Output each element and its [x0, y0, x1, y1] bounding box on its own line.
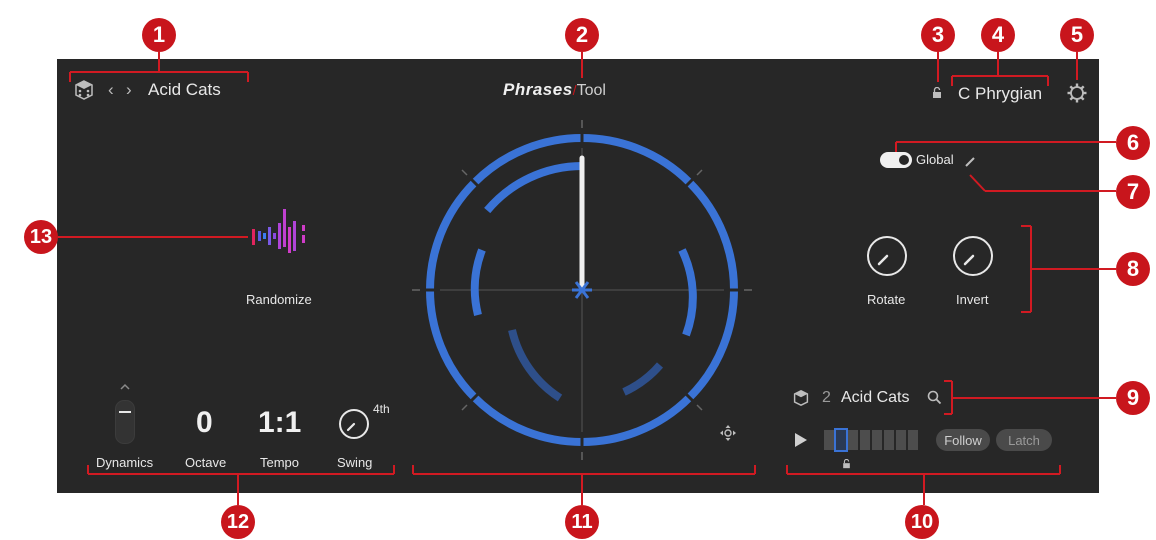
phrase-slot[interactable] — [896, 430, 906, 450]
rotate-label: Rotate — [867, 292, 906, 307]
phrase-slot[interactable] — [884, 430, 894, 450]
chevron-right-icon[interactable]: › — [126, 80, 132, 100]
callout-6: 6 — [1116, 126, 1150, 160]
tempo-label: Tempo — [260, 455, 300, 470]
dynamics-slider[interactable] — [115, 400, 135, 444]
callout-9: 9 — [1116, 381, 1150, 415]
search-icon[interactable] — [927, 390, 942, 405]
pencil-icon[interactable] — [964, 155, 976, 167]
callout-7: 7 — [1116, 175, 1150, 209]
chevron-left-icon[interactable]: ‹ — [108, 80, 114, 100]
phrase-number: 2 — [822, 389, 831, 406]
phrase-slot[interactable] — [848, 430, 858, 450]
scale-selector[interactable]: C Phrygian — [958, 84, 1042, 104]
inner-arc-right — [678, 248, 697, 337]
randomize-icon[interactable] — [250, 207, 310, 263]
inner-arc-bottom-right — [622, 362, 664, 396]
lock-icon[interactable] — [932, 86, 942, 98]
phrase-circle[interactable] — [402, 118, 762, 463]
swing-label: Swing — [337, 455, 373, 470]
inner-arc-top — [484, 162, 583, 214]
dynamics-handle — [119, 411, 131, 413]
callout-4: 4 — [981, 18, 1015, 52]
toggle-knob — [899, 155, 909, 165]
slot-lock-icon[interactable] — [842, 456, 851, 469]
scale-root: C — [958, 84, 971, 103]
callout-12: 12 — [221, 505, 255, 539]
chevron-up-icon[interactable] — [119, 378, 131, 390]
callout-8: 8 — [1116, 252, 1150, 286]
move-icon[interactable] — [720, 425, 736, 441]
tempo-value[interactable]: 1:1 — [258, 406, 301, 440]
inner-arc-bottom-left — [508, 329, 563, 402]
logo-main: Phrases — [503, 80, 573, 99]
phrase-slot[interactable] — [824, 430, 834, 450]
phrase-slot[interactable] — [834, 428, 848, 452]
callout-2: 2 — [565, 18, 599, 52]
swing-value: 4th — [373, 402, 390, 416]
invert-knob[interactable] — [951, 234, 995, 278]
randomize-label: Randomize — [246, 292, 312, 307]
octave-label: Octave — [185, 455, 227, 470]
callout-13: 13 — [24, 220, 58, 254]
callout-10: 10 — [905, 505, 939, 539]
swing-knob[interactable] — [338, 408, 370, 440]
callout-11: 11 — [565, 505, 599, 539]
dice-icon[interactable] — [74, 80, 94, 100]
scale-mode: Phrygian — [975, 84, 1043, 103]
global-label: Global — [916, 152, 954, 167]
phrase-slot[interactable] — [872, 430, 882, 450]
phrase-slot[interactable] — [908, 430, 918, 450]
octave-value[interactable]: 0 — [196, 406, 213, 440]
latch-button[interactable]: Latch — [996, 429, 1052, 451]
app-logo: Phrases/Tool — [503, 80, 606, 100]
callout-3: 3 — [921, 18, 955, 52]
phrase-dice-icon[interactable] — [793, 389, 809, 407]
phrase-name[interactable]: Acid Cats — [841, 389, 909, 407]
rotate-knob[interactable] — [865, 234, 909, 278]
phrase-slot[interactable] — [860, 430, 870, 450]
global-toggle[interactable] — [880, 152, 912, 168]
invert-label: Invert — [956, 292, 989, 307]
callout-5: 5 — [1060, 18, 1094, 52]
gear-icon[interactable] — [1066, 82, 1088, 104]
preset-name[interactable]: Acid Cats — [148, 80, 221, 100]
follow-button[interactable]: Follow — [936, 429, 990, 451]
inner-arc-left — [470, 248, 486, 316]
callout-1: 1 — [142, 18, 176, 52]
play-icon[interactable] — [795, 433, 807, 447]
dynamics-label: Dynamics — [96, 455, 154, 470]
logo-suffix: Tool — [576, 82, 606, 99]
